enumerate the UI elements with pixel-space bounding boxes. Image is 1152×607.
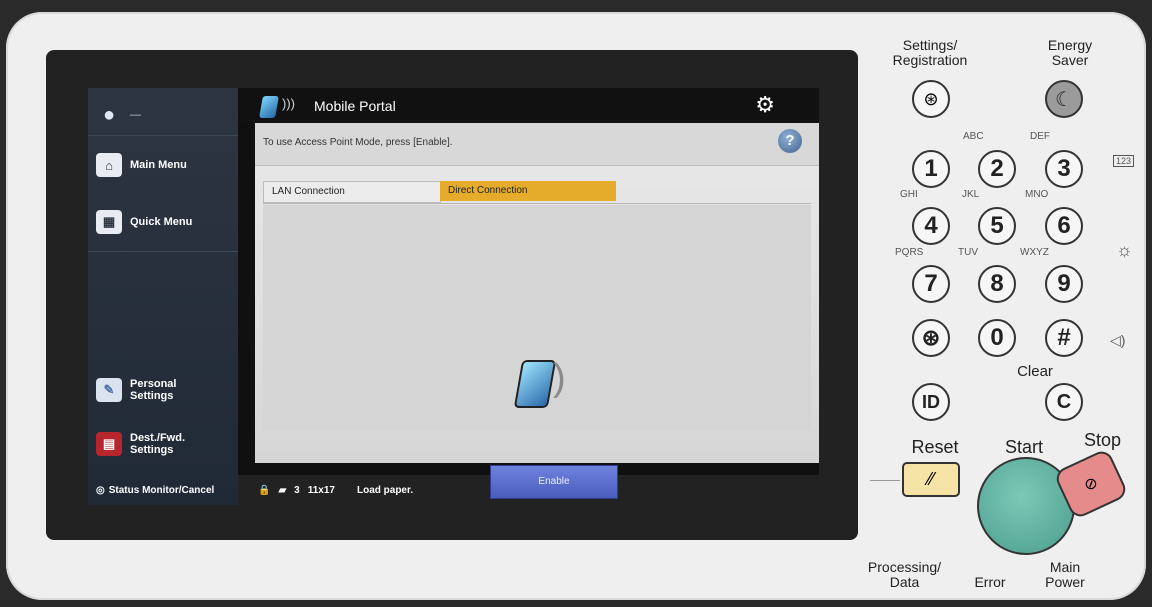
123-icon: 123 bbox=[1113, 155, 1135, 167]
key-1[interactable]: 1 bbox=[912, 150, 950, 188]
connection-panel: ) Enable bbox=[263, 205, 811, 499]
key-hash[interactable]: # bbox=[1045, 319, 1083, 357]
energy-saver-label: Energy Saver bbox=[1047, 37, 1093, 68]
quick-menu-icon: ▦ bbox=[96, 210, 122, 234]
main-power-label: Main Power bbox=[1045, 559, 1085, 590]
dest-fwd-settings-button[interactable]: ▤ Dest./Fwd. Settings bbox=[96, 432, 185, 456]
reset-label: Reset bbox=[911, 437, 959, 457]
signal-waves-icon: ) bbox=[553, 357, 566, 399]
key-7-letters: PQRS bbox=[895, 247, 924, 258]
volume-icon[interactable]: ◁) bbox=[1110, 332, 1125, 349]
key-9[interactable]: 9 bbox=[1045, 265, 1083, 303]
main-menu-label: Main Menu bbox=[130, 159, 187, 171]
title-bar: ))) Mobile Portal ⚙ bbox=[238, 88, 819, 123]
clear-label: Clear bbox=[1017, 363, 1053, 380]
status-monitor-button[interactable]: ◎ Status Monitor/Cancel bbox=[96, 485, 214, 496]
key-4-letters: GHI bbox=[900, 189, 918, 200]
status-bar: ◎ Status Monitor/Cancel 🔒 ▰ 3 11x17 Load… bbox=[88, 480, 819, 502]
key-8-letters: TUV bbox=[958, 247, 978, 258]
key-5-letters: JKL bbox=[962, 189, 980, 200]
main-menu-button[interactable]: ⌂ Main Menu bbox=[96, 153, 187, 177]
brightness-icon[interactable]: ☼ bbox=[1116, 240, 1133, 261]
reset-button[interactable]: ⁄⁄ bbox=[902, 462, 960, 497]
tab-underline bbox=[263, 203, 811, 204]
id-key[interactable]: ID bbox=[912, 383, 950, 421]
wireless-waves-icon: ))) bbox=[282, 96, 295, 111]
key-asterisk[interactable]: ⊛ bbox=[912, 319, 950, 357]
instruction-bar: To use Access Point Mode, press [Enable]… bbox=[255, 123, 819, 166]
key-6[interactable]: 6 bbox=[1045, 207, 1083, 245]
key-0[interactable]: 0 bbox=[978, 319, 1016, 357]
key-2[interactable]: 2 bbox=[978, 150, 1016, 188]
page-title: Mobile Portal bbox=[314, 98, 396, 114]
paper-size: 11x17 bbox=[307, 485, 335, 496]
paper-status: 🔒 ▰ 3 11x17 Load paper. bbox=[258, 485, 413, 496]
clear-key[interactable]: C bbox=[1045, 383, 1083, 421]
main-screen: ))) Mobile Portal ⚙ To use Access Point … bbox=[238, 88, 819, 499]
tab-lan-connection[interactable]: LAN Connection bbox=[263, 181, 441, 203]
start-label: Start bbox=[1004, 437, 1043, 457]
smartphone-icon bbox=[513, 360, 557, 408]
personal-settings-icon: ✎ bbox=[96, 378, 122, 402]
status-monitor-label: Status Monitor/Cancel bbox=[108, 485, 215, 496]
reset-divider bbox=[870, 480, 900, 481]
key-4[interactable]: 4 bbox=[912, 207, 950, 245]
paper-tray-icon: ▰ bbox=[278, 485, 287, 496]
key-3-letters: DEF bbox=[1030, 131, 1050, 142]
home-icon: ⌂ bbox=[96, 153, 122, 177]
personal-settings-button[interactable]: ✎ Personal Settings bbox=[96, 378, 176, 402]
settings-registration-label: Settings/ Registration bbox=[892, 37, 968, 68]
personal-settings-label: Personal Settings bbox=[130, 378, 177, 402]
content-area: To use Access Point Mode, press [Enable]… bbox=[255, 123, 819, 499]
tray-number: 3 bbox=[294, 485, 300, 496]
key-3[interactable]: 3 bbox=[1045, 150, 1083, 188]
error-label: Error bbox=[974, 574, 1006, 590]
help-icon[interactable]: ? bbox=[778, 129, 802, 153]
dest-fwd-settings-label: Dest./Fwd. Settings bbox=[130, 432, 186, 456]
quick-menu-button[interactable]: ▦ Quick Menu bbox=[96, 210, 192, 234]
sidebar-divider-2 bbox=[88, 251, 238, 252]
key-8[interactable]: 8 bbox=[978, 265, 1016, 303]
settings-registration-button[interactable]: ⊛ bbox=[912, 80, 950, 118]
key-9-letters: WXYZ bbox=[1020, 247, 1049, 258]
tab-direct-connection[interactable]: Direct Connection bbox=[440, 181, 616, 201]
key-6-letters: MNO bbox=[1025, 189, 1049, 200]
stop-label: Stop bbox=[1083, 430, 1122, 450]
lock-icon: 🔒 bbox=[258, 485, 271, 496]
mobile-phone-icon bbox=[259, 96, 279, 118]
sidebar: ● — ⌂ Main Menu ▦ Quick Menu ✎ Personal … bbox=[88, 88, 238, 505]
user-row[interactable]: ● — bbox=[96, 103, 141, 127]
address-book-icon: ▤ bbox=[96, 432, 122, 456]
energy-saver-button[interactable]: ☾ bbox=[1045, 80, 1083, 118]
key-2-letters: ABC bbox=[963, 131, 984, 142]
user-icon: ● bbox=[102, 103, 116, 126]
status-message: Load paper. bbox=[356, 485, 414, 496]
sidebar-divider bbox=[88, 135, 238, 136]
user-label: — bbox=[130, 109, 141, 121]
quick-menu-label: Quick Menu bbox=[130, 216, 193, 228]
key-7[interactable]: 7 bbox=[912, 265, 950, 303]
instruction-text: To use Access Point Mode, press [Enable]… bbox=[263, 137, 453, 148]
gear-icon[interactable]: ⚙ bbox=[755, 92, 775, 118]
key-5[interactable]: 5 bbox=[978, 207, 1016, 245]
status-monitor-icon: ◎ bbox=[96, 485, 105, 496]
processing-data-label: Processing/ Data bbox=[867, 559, 942, 590]
